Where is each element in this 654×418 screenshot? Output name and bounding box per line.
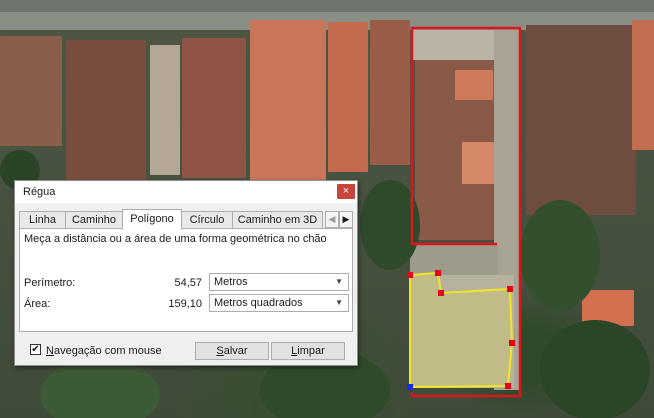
tab-scroll-right[interactable]: ▶ [339, 211, 353, 228]
tab-scroll-left[interactable]: ◀ [325, 211, 339, 228]
polygon-vertex[interactable] [407, 272, 413, 278]
tab-label: Círculo [189, 214, 225, 226]
polygon-vertex[interactable] [438, 290, 444, 296]
perimeter-unit-select[interactable]: Metros ▼ [209, 273, 349, 291]
polygon-shape [409, 271, 514, 389]
tab-poligono[interactable]: Polígono [122, 209, 182, 229]
chevron-down-icon: ▼ [335, 298, 343, 307]
area-label: Área: [24, 298, 51, 310]
polygon-vertex[interactable] [507, 286, 513, 292]
tab-caminho[interactable]: Caminho [65, 211, 123, 228]
chevron-down-icon: ▼ [335, 277, 343, 286]
clear-label: impar [297, 345, 325, 357]
tab-linha[interactable]: Linha [19, 211, 66, 228]
tab-caminho-3d[interactable]: Caminho em 3D [232, 211, 323, 228]
area-unit-select[interactable]: Metros quadrados ▼ [209, 294, 349, 312]
mouse-navigation-label[interactable]: Navegação com mouse [46, 345, 162, 357]
clear-button[interactable]: Limpar [271, 342, 345, 360]
tab-bar: Linha Caminho Polígono Círculo Caminho e… [15, 209, 357, 229]
mouse-navigation-mnemonic: N [46, 345, 54, 357]
ruler-dialog: Régua × Linha Caminho Polígono Círculo C… [14, 180, 358, 366]
polygon-vertex-start[interactable] [407, 384, 413, 390]
dialog-footer: ✔ Navegação com mouse Salvar Limpar [15, 340, 357, 362]
checkmark-icon: ✔ [31, 344, 40, 355]
tab-circulo[interactable]: Círculo [181, 211, 233, 228]
save-label: alvar [223, 345, 248, 357]
perimeter-value: 54,57 [174, 277, 202, 289]
mouse-navigation-checkbox[interactable]: ✔ [30, 344, 41, 355]
tab-label: Caminho [71, 214, 117, 226]
perimeter-unit: Metros [214, 276, 248, 288]
save-button[interactable]: Salvar [195, 342, 269, 360]
polygon-vertex[interactable] [435, 270, 441, 276]
area-unit: Metros quadrados [214, 297, 303, 309]
chevron-right-icon: ▶ [342, 214, 350, 224]
area-value: 159,10 [168, 298, 202, 310]
perimeter-label: Perímetro: [24, 277, 76, 289]
tab-label: Linha [29, 214, 56, 226]
title-bar[interactable]: Régua × [15, 181, 357, 203]
description-text: Meça a distância ou a área de uma forma … [24, 233, 327, 245]
close-icon: × [342, 185, 350, 197]
tab-label: Caminho em 3D [237, 214, 318, 226]
polygon-vertex[interactable] [509, 340, 515, 346]
save-mnemonic: S [216, 345, 224, 357]
dialog-title: Régua [23, 186, 56, 198]
mouse-navigation-text: avegação com mouse [53, 345, 162, 357]
polygon-vertex[interactable] [505, 383, 511, 389]
tab-label: Polígono [130, 213, 174, 225]
close-button[interactable]: × [337, 184, 355, 199]
polygon-panel: Meça a distância ou a área de uma forma … [19, 228, 353, 332]
chevron-left-icon: ◀ [328, 214, 336, 224]
